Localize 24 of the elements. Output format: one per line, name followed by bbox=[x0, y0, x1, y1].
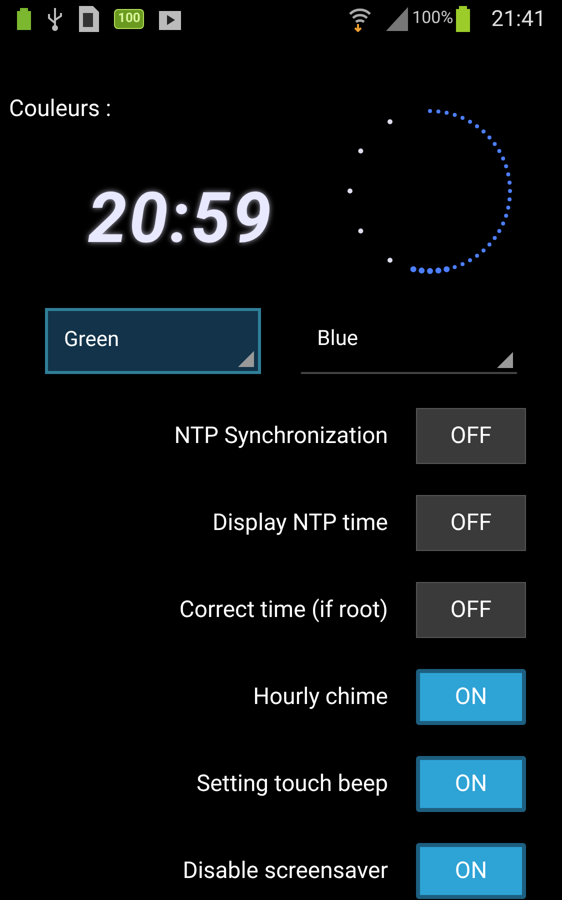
sim-card-icon bbox=[78, 5, 100, 33]
setting-label: Correct time (if root) bbox=[179, 594, 388, 625]
clock-time: 21:41 bbox=[491, 6, 546, 34]
setting-label: NTP Synchronization bbox=[174, 420, 388, 451]
battery-percent: 100% bbox=[412, 7, 454, 30]
corner-triangle-icon bbox=[497, 352, 513, 368]
battery-icon bbox=[455, 6, 472, 32]
toggle-button[interactable]: OFF bbox=[416, 408, 526, 464]
digital-clock: 20:59 bbox=[88, 184, 274, 254]
setting-label: Disable screensaver bbox=[182, 856, 388, 886]
signal-icon bbox=[386, 7, 408, 31]
toggle-button[interactable]: OFF bbox=[416, 495, 526, 551]
colors-title: Couleurs : bbox=[9, 94, 112, 124]
corner-triangle-icon bbox=[238, 351, 254, 367]
setting-label: Setting touch beep bbox=[196, 768, 388, 799]
color-dropdown[interactable]: Blue bbox=[301, 308, 517, 374]
wifi-icon bbox=[348, 6, 372, 32]
usb-icon bbox=[46, 7, 64, 31]
color-dropdown[interactable]: Green bbox=[45, 308, 262, 374]
setting-label: Display NTP time bbox=[212, 508, 388, 538]
battery-icon bbox=[16, 8, 32, 30]
toggle-button[interactable]: OFF bbox=[416, 582, 526, 638]
battery-badge: 100 bbox=[114, 9, 144, 29]
setting-label: Hourly chime bbox=[253, 682, 388, 712]
